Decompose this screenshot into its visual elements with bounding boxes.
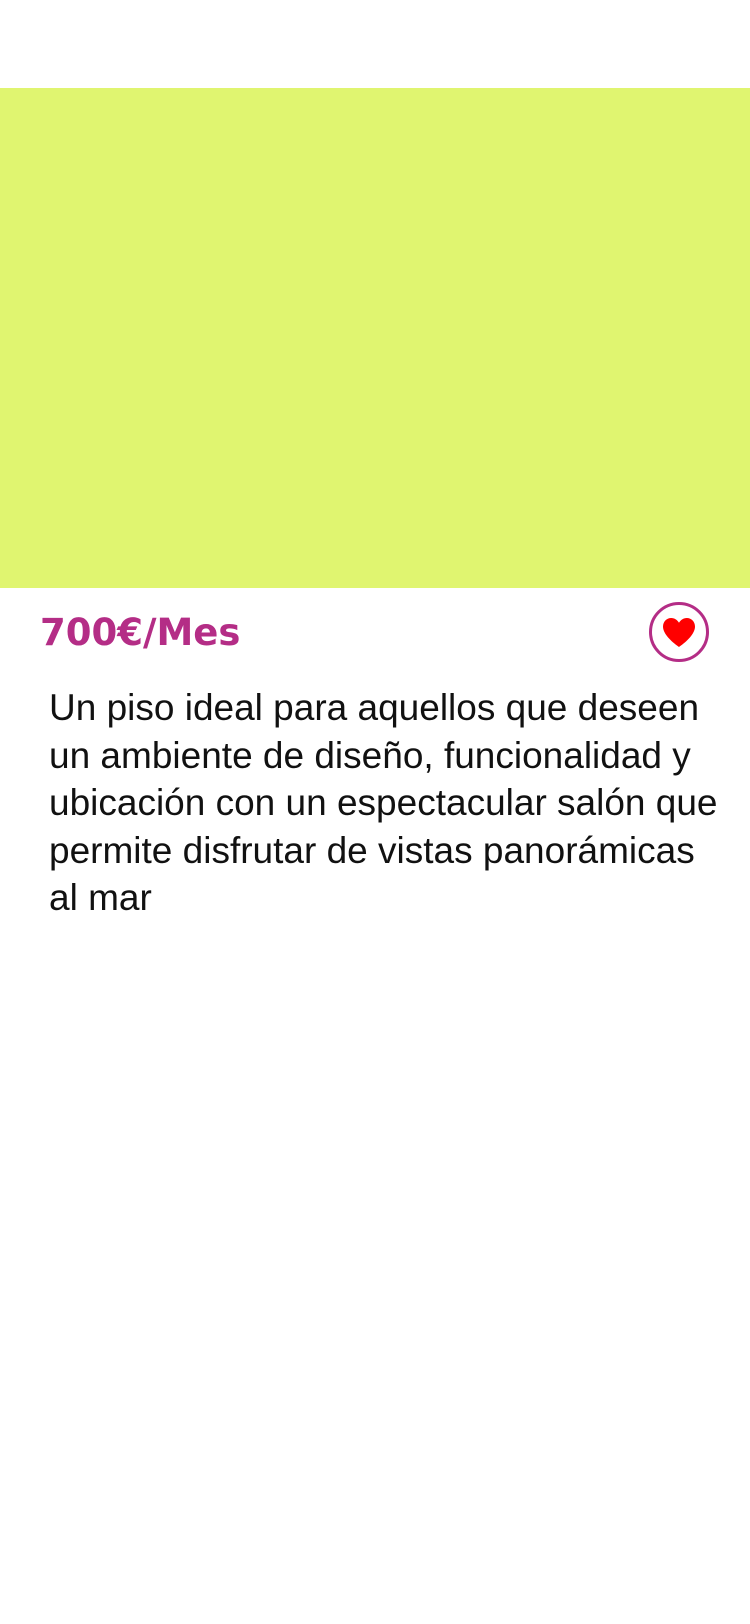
status-bar [0,0,750,88]
listing-image[interactable] [0,88,750,588]
favorite-button[interactable] [649,602,709,662]
listing-detail-screen: 700€/Mes Un piso ideal para aquellos que… [0,0,750,1624]
listing-description: Un piso ideal para aquellos que deseen u… [49,687,718,918]
listing-price: 700€/Mes [40,611,241,654]
heart-icon [663,618,695,647]
